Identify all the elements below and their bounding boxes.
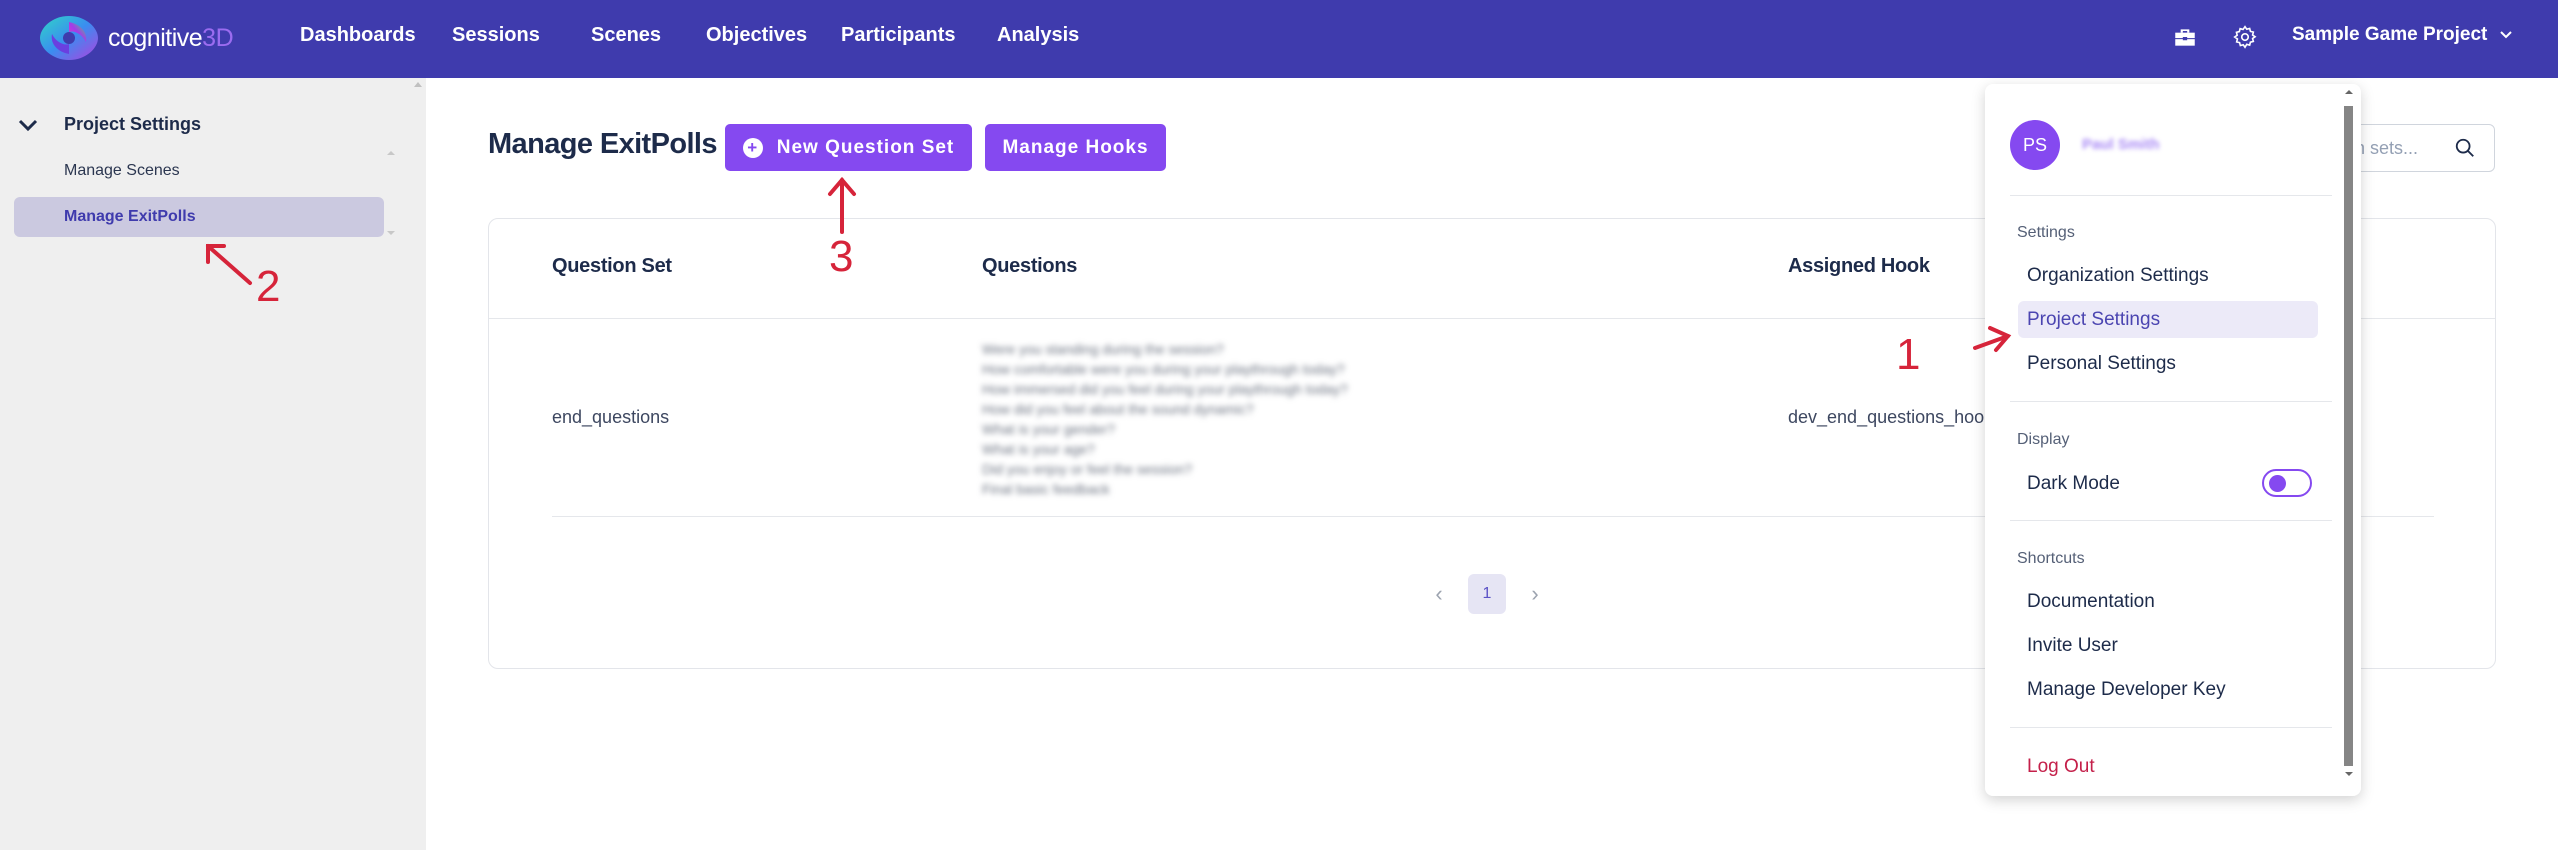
page-number-button[interactable]: 1 xyxy=(1468,574,1506,614)
new-question-set-button[interactable]: + New Question Set xyxy=(725,124,972,171)
display-section-label: Display xyxy=(2017,431,2070,448)
menu-item-invite-user[interactable]: Invite User xyxy=(2018,627,2318,664)
submenu-scroll-up-icon[interactable] xyxy=(387,151,395,155)
sidebar: Project Settings Manage Scenes Manage Ex… xyxy=(0,78,426,850)
dark-mode-toggle[interactable] xyxy=(2262,469,2312,497)
avatar: PS xyxy=(2010,120,2060,170)
nav-objectives[interactable]: Objectives xyxy=(706,24,807,47)
new-question-set-label: New Question Set xyxy=(776,136,955,158)
divider xyxy=(2010,401,2332,402)
annotation-arrow-3-head xyxy=(828,176,856,196)
nav-analysis[interactable]: Analysis xyxy=(997,24,1079,47)
question-set-name[interactable]: end_questions xyxy=(552,407,669,428)
question-item: How comfortable were you during your pla… xyxy=(982,361,1345,377)
search-placeholder: n sets... xyxy=(2355,137,2419,158)
user-menu-dropdown: PS Paul Smith Settings Organization Sett… xyxy=(1985,84,2361,796)
annotation-number-3: 3 xyxy=(829,232,854,281)
scrollbar-thumb[interactable] xyxy=(2344,106,2353,766)
column-header-question-set: Question Set xyxy=(552,255,672,277)
dropdown-scrollbar[interactable] xyxy=(2344,90,2353,776)
menu-item-documentation[interactable]: Documentation xyxy=(2018,583,2318,620)
divider xyxy=(2010,520,2332,521)
scroll-up-icon[interactable] xyxy=(2345,90,2353,94)
sidebar-section-label: Project Settings xyxy=(64,114,202,134)
previous-page-button[interactable]: ‹ xyxy=(1432,581,1446,606)
question-item: How immersed did you feel during your pl… xyxy=(982,381,1348,397)
top-navigation-bar: cognitive3D Dashboards Sessions Scenes O… xyxy=(0,0,2558,78)
logo-text: cognitive3D xyxy=(108,23,234,52)
toolbox-icon[interactable] xyxy=(2172,24,2198,50)
question-item: Did you enjoy or feel the session? xyxy=(982,461,1193,477)
menu-item-project-settings[interactable]: Project Settings xyxy=(2018,301,2318,338)
plus-circle-icon: + xyxy=(742,137,763,158)
project-name: Sample Game Project xyxy=(2292,24,2488,45)
next-page-button[interactable]: › xyxy=(1528,581,1542,606)
annotation-number-1: 1 xyxy=(1896,330,1921,379)
chevron-down-icon xyxy=(2500,31,2513,39)
scroll-down-icon[interactable] xyxy=(2345,772,2353,776)
assigned-hook: dev_end_questions_hook xyxy=(1788,407,1994,427)
user-name: Paul Smith xyxy=(2082,136,2160,153)
question-item: How did you feel about the sound dynamic… xyxy=(982,401,1254,417)
sidebar-section-project-settings[interactable]: Project Settings xyxy=(18,114,201,135)
settings-section-label: Settings xyxy=(2017,224,2075,241)
question-item: Final basic feedback xyxy=(982,481,1110,497)
sidebar-item-manage-scenes[interactable]: Manage Scenes xyxy=(14,151,384,191)
cognitive3d-logo[interactable]: cognitive3D xyxy=(38,14,234,62)
nav-sessions[interactable]: Sessions xyxy=(452,24,540,47)
manage-hooks-button[interactable]: Manage Hooks xyxy=(985,124,1166,171)
submenu-scroll-down-icon[interactable] xyxy=(387,231,395,235)
logo-mark-icon xyxy=(40,16,98,60)
dark-mode-label: Dark Mode xyxy=(2027,472,2120,494)
chevron-down-icon xyxy=(18,119,38,131)
question-item: What is your age? xyxy=(982,441,1095,457)
questions-list: Were you standing during the session? Ho… xyxy=(982,339,1348,499)
sidebar-scroll-up-icon[interactable] xyxy=(414,82,422,87)
nav-scenes[interactable]: Scenes xyxy=(591,24,661,47)
sidebar-item-manage-exitpolls[interactable]: Manage ExitPolls xyxy=(14,197,384,237)
project-switcher[interactable]: Sample Game Project xyxy=(2292,24,2513,46)
search-icon[interactable] xyxy=(2454,137,2476,159)
menu-item-manage-developer-key[interactable]: Manage Developer Key xyxy=(2018,671,2318,708)
menu-item-log-out[interactable]: Log Out xyxy=(2018,748,2318,785)
column-header-questions: Questions xyxy=(982,255,1078,277)
divider xyxy=(2010,195,2332,196)
menu-item-personal-settings[interactable]: Personal Settings xyxy=(2018,345,2318,382)
question-item: Were you standing during the session? xyxy=(982,341,1224,357)
gear-icon[interactable] xyxy=(2232,24,2258,50)
nav-dashboards[interactable]: Dashboards xyxy=(300,24,416,47)
annotation-number-2: 2 xyxy=(256,262,281,311)
shortcuts-section-label: Shortcuts xyxy=(2017,550,2085,567)
toggle-knob xyxy=(2269,475,2286,492)
pagination: ‹ 1 › xyxy=(1432,574,1542,614)
column-header-assigned-hook: Assigned Hook xyxy=(1788,255,1930,277)
menu-item-organization-settings[interactable]: Organization Settings xyxy=(2018,257,2318,294)
question-item: What is your gender? xyxy=(982,421,1116,437)
page-title: Manage ExitPolls xyxy=(488,128,718,160)
nav-participants[interactable]: Participants xyxy=(841,24,955,47)
divider xyxy=(2010,727,2332,728)
